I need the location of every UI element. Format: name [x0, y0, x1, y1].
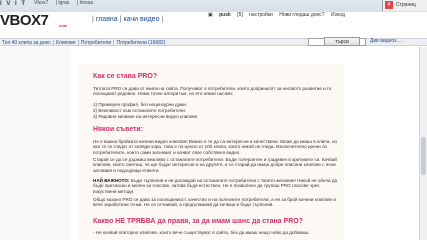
paragraph: Старай се да се държиш вежливо с останал…	[93, 157, 337, 173]
list-item: 1) Примерен профил, без нецензурни думи.	[93, 102, 187, 107]
breadcrumb-item[interactable]: Топ 40 клипа за днес	[2, 40, 51, 46]
section-heading: Някои съвети:	[93, 126, 144, 133]
list-item: 2) Вежливост към останалите потребители.	[93, 108, 187, 113]
section-heading: Как се става PRO?	[93, 73, 158, 80]
user-badge: [5]	[237, 12, 243, 18]
left-sidebar	[0, 47, 70, 240]
browser-tab-title[interactable]: I V I T	[0, 1, 27, 7]
nav-sep: |	[119, 16, 122, 23]
bookmark-link[interactable]: | Imoas	[77, 0, 93, 6]
category-link[interactable]: Див видеоз ...	[370, 38, 402, 44]
paragraph: Не е важна бройката качени видео клипове…	[93, 139, 338, 155]
list-item: 3) Редовно качване на интересни видео кл…	[93, 114, 199, 119]
nav-sep: |	[92, 16, 94, 23]
breadcrumb-sep: |	[52, 40, 55, 46]
user-avatar-icon[interactable]: ▣	[208, 12, 213, 18]
paragraph: - Не качвай повторно клипове, които вече…	[93, 230, 310, 235]
breadcrumb-item[interactable]: Потребители (16682)	[116, 40, 165, 46]
breadcrumb-sep: |	[113, 40, 115, 46]
paragraph: Общо казано PRO се дава за посещаемост, …	[93, 197, 336, 208]
paragraph: Титлата PRO се дава от екипа на сайта. П…	[93, 86, 332, 97]
paragraph-text: Бъди търпелив и не досаждай на останалит…	[93, 178, 338, 194]
breadcrumb-trail: Топ 40 клипа за днес | Клипове | Потребители…	[2, 40, 165, 46]
window-controls: × Страниц	[382, 0, 427, 11]
nav-upload-link[interactable]: качи видео	[124, 16, 160, 23]
user-menu: ▣ pusk [5] настройки Нови гледаш днес? И…	[208, 12, 427, 22]
site-logo[interactable]: VBOX7	[0, 12, 49, 29]
logo-domain: .com	[58, 23, 68, 28]
bookmark-link[interactable]: | Igrаs	[56, 0, 70, 6]
settings-link[interactable]: настройки	[249, 12, 273, 18]
bookmark-link[interactable]: Vbox7	[34, 0, 48, 6]
bookmarks-bar: Vbox7 | Igrаs | Imoas	[34, 0, 99, 6]
scrollbar-thumb[interactable]	[421, 137, 426, 175]
paragraph: НАЙ ВАЖНОТО: Бъди търпелив и не досаждай…	[93, 178, 343, 194]
search-button[interactable]: търси	[324, 37, 360, 46]
section-heading: Какво НЕ ТРЯБВА да правя, за да имам шан…	[93, 218, 303, 225]
page-menu[interactable]: Страниц	[396, 2, 416, 8]
nav-sep: |	[161, 16, 164, 23]
close-icon[interactable]: ×	[385, 1, 393, 9]
emphasis-label: НАЙ ВАЖНОТО:	[93, 178, 130, 183]
site-header: VBOX7 .com | главна | качи видео | ▣ pusk [5…	[0, 12, 427, 29]
nav-home-link[interactable]: главна	[96, 16, 118, 23]
breadcrumb-item[interactable]: Клипове	[56, 40, 76, 46]
breadcrumb-sep: |	[77, 40, 79, 46]
watching-link[interactable]: Нови гледаш днес?	[279, 12, 324, 18]
logout-link[interactable]: Изход	[331, 12, 345, 18]
main-nav: | главна | качи видео |	[90, 16, 165, 23]
username-link[interactable]: pusk	[219, 12, 231, 18]
vertical-scrollbar[interactable]	[419, 47, 427, 240]
breadcrumb-item[interactable]: Потребители	[81, 40, 111, 46]
